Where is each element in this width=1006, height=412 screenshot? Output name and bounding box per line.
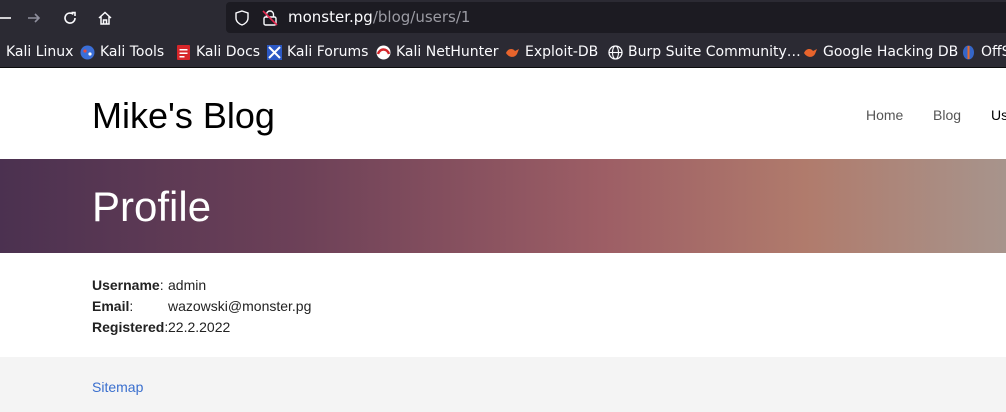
site-title[interactable]: Mike's Blog: [92, 95, 275, 137]
nav-users[interactable]: Us: [991, 107, 1006, 123]
bookmark-label: Kali Docs: [196, 44, 261, 60]
page-content: Mike's Blog Home Blog Us Profile Usernam…: [0, 68, 1006, 412]
bookmark-exploit-db[interactable]: Exploit-DB: [505, 36, 598, 68]
bookmark-label: Exploit-DB: [525, 44, 599, 60]
footer: Sitemap: [0, 357, 1006, 412]
bookmark-label: Kali NetHunter: [396, 44, 499, 60]
bookmark-kali-tools[interactable]: Kali Tools: [80, 36, 164, 68]
username-value: admin: [168, 277, 207, 293]
exploit-db-icon: [803, 45, 818, 60]
nav-home[interactable]: Home: [866, 107, 903, 123]
back-arrow-icon[interactable]: [0, 7, 16, 29]
registered-label: Registered:: [92, 319, 168, 335]
offsec-icon: [961, 45, 976, 60]
insecure-lock-icon[interactable]: [262, 9, 278, 32]
bookmark-label: Kali Tools: [100, 44, 165, 60]
home-icon[interactable]: [94, 7, 116, 29]
email-value: wazowski@monster.pg: [168, 298, 312, 314]
url-bar[interactable]: monster.pg/blog/users/1: [226, 2, 1006, 33]
hero-banner: Profile: [0, 159, 1006, 253]
bookmark-offsec[interactable]: OffS: [961, 36, 1006, 68]
bookmarks-bar: Kali Linux Kali Tools Kali Docs Kali For…: [0, 36, 1006, 68]
reload-icon[interactable]: [59, 7, 81, 29]
nav-blog[interactable]: Blog: [933, 107, 961, 123]
kali-nethunter-icon: [376, 45, 391, 60]
username-label-sep: :: [159, 277, 164, 293]
bookmark-label: Burp Suite Community…: [628, 44, 801, 60]
bookmark-kali-linux[interactable]: Kali Linux: [6, 36, 73, 68]
kali-forums-icon: [267, 44, 282, 60]
registered-label-text: Registered: [92, 319, 165, 335]
forward-arrow-icon[interactable]: [23, 7, 45, 29]
browser-toolbar: monster.pg/blog/users/1: [0, 0, 1006, 36]
bookmark-google-hacking-db[interactable]: Google Hacking DB: [803, 36, 958, 68]
username-label-text: Username: [92, 277, 160, 293]
bookmark-label: Kali Linux: [6, 44, 74, 60]
shield-icon[interactable]: [235, 10, 249, 31]
sitemap-link[interactable]: Sitemap: [92, 379, 143, 395]
kali-docs-icon: [176, 44, 191, 60]
email-label-text: Email: [92, 298, 130, 314]
bookmark-label: OffS: [981, 44, 1006, 60]
exploit-db-icon: [505, 45, 520, 60]
bookmark-label: Kali Forums: [287, 44, 369, 60]
email-label-sep: :: [129, 298, 134, 314]
registered-value: 22.2.2022: [168, 319, 231, 335]
url-path: /blog/users/1: [372, 8, 471, 26]
globe-icon: [608, 44, 623, 60]
bookmark-kali-nethunter[interactable]: Kali NetHunter: [376, 36, 498, 68]
kali-tools-icon: [80, 45, 95, 60]
bookmark-kali-forums[interactable]: Kali Forums: [267, 36, 368, 68]
url-host: monster.pg: [288, 8, 373, 26]
bookmark-burp-suite[interactable]: Burp Suite Community…: [608, 36, 801, 68]
bookmark-label: Google Hacking DB: [823, 44, 959, 60]
page-title: Profile: [92, 183, 212, 230]
bookmark-kali-docs[interactable]: Kali Docs: [176, 36, 260, 68]
email-label: Email:: [92, 298, 133, 314]
url-text[interactable]: monster.pg/blog/users/1: [288, 8, 470, 26]
username-label: Username:: [92, 277, 164, 293]
